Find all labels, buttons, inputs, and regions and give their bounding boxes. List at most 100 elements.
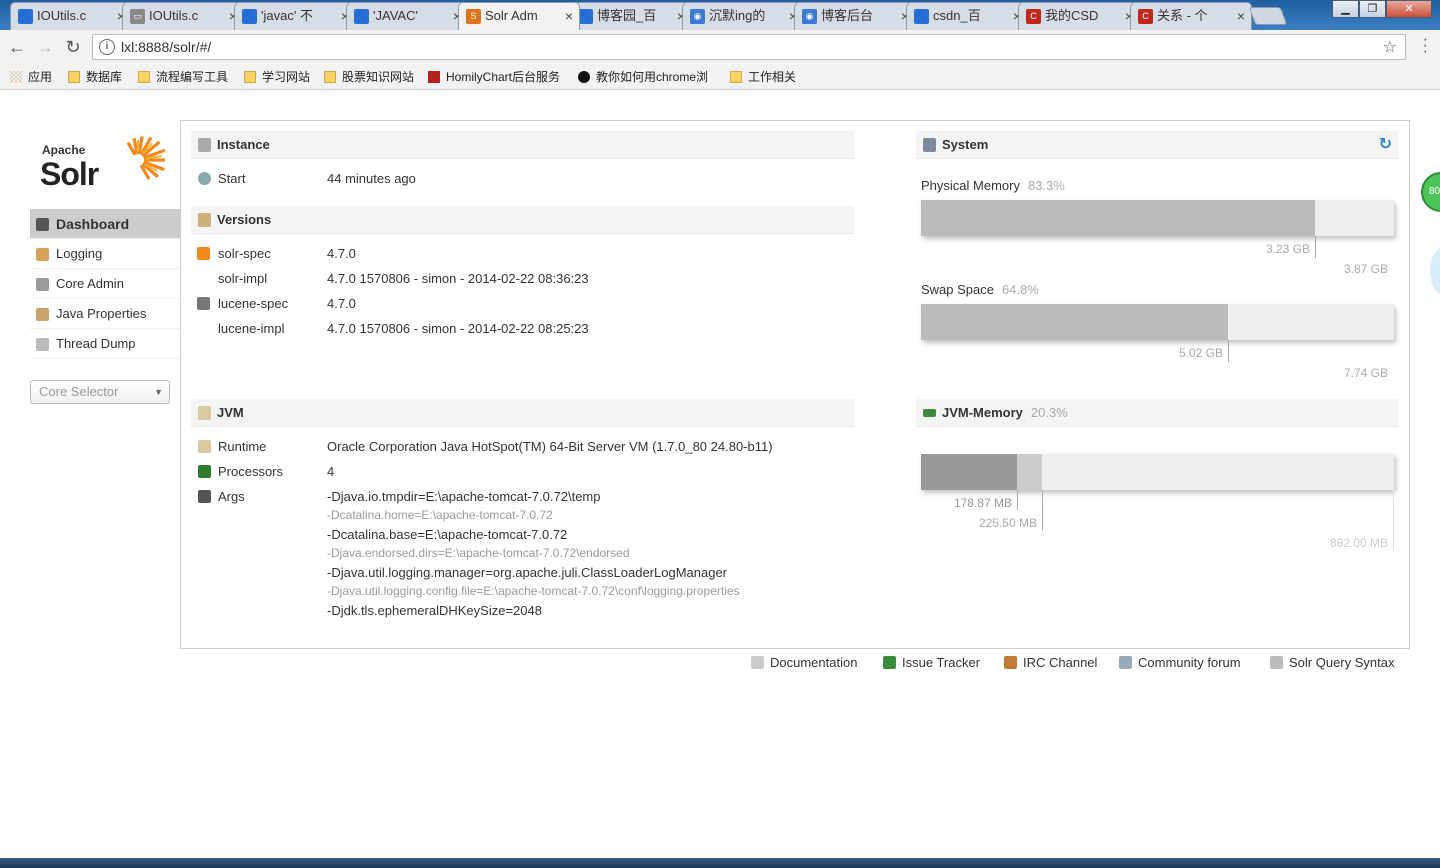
bookmark-item[interactable]: 教你如何用chrome浏: [578, 68, 708, 85]
browser-tab[interactable]: ◉ 博客后台 ×: [794, 2, 916, 30]
ram-stick-icon: [923, 409, 936, 417]
chevron-down-icon: ▼: [154, 387, 163, 397]
tab-close-icon[interactable]: ×: [565, 3, 573, 29]
start-label: Start: [218, 171, 246, 186]
edge-widget-badge[interactable]: 80: [1421, 172, 1440, 212]
documentation-link[interactable]: Documentation: [751, 655, 857, 670]
browser-tab[interactable]: ◉ 沉默ing的 ×: [682, 2, 804, 30]
version-label: lucene-impl: [218, 321, 285, 336]
logging-icon: [36, 248, 49, 261]
tab-favicon-icon: C: [1026, 9, 1041, 24]
physical-memory-tick: [1315, 236, 1316, 258]
sidebar-item-thread-dump[interactable]: Thread Dump: [30, 329, 180, 359]
bookmark-item[interactable]: 工作相关: [730, 68, 796, 85]
tab-title: 关系 - 个: [1157, 8, 1208, 23]
bookmark-item[interactable]: HomilyChart后台服务: [428, 68, 560, 85]
browser-tab[interactable]: 🐾 'JAVAC' ×: [346, 2, 468, 30]
bookmark-item[interactable]: 学习网站: [244, 68, 310, 85]
version-label: solr-impl: [218, 271, 268, 286]
bookmark-label: 工作相关: [748, 70, 797, 84]
solr-logo[interactable]: Apache Solr: [40, 128, 165, 192]
jvm-header: JVM: [191, 399, 854, 427]
browser-tab[interactable]: 🐾 IOUtils.c ×: [10, 2, 132, 30]
system-header: System ↻: [916, 131, 1398, 159]
tab-favicon-icon: ◉: [690, 9, 705, 24]
tab-favicon-icon: 🐾: [242, 9, 257, 24]
browser-menu-icon[interactable]: · · ·: [1423, 32, 1428, 60]
version-value: 4.7.0: [327, 296, 356, 311]
maximize-button[interactable]: ❐: [1359, 0, 1386, 18]
close-window-button[interactable]: ✕: [1386, 0, 1432, 18]
tab-title: csdn_百: [933, 8, 981, 23]
thread-dump-icon: [36, 338, 49, 351]
sidebar-item-label: Logging: [56, 246, 103, 261]
sidebar-item-logging[interactable]: Logging: [30, 239, 180, 269]
browser-tab[interactable]: C 关系 - 个 ×: [1130, 2, 1252, 30]
bookmark-item[interactable]: 应用: [10, 68, 52, 85]
site-info-icon[interactable]: i: [99, 39, 115, 55]
terminal-icon: [198, 490, 211, 503]
tab-title: 我的CSD: [1045, 8, 1099, 23]
bookmark-label: 教你如何用chrome浏: [596, 70, 709, 84]
versions-title: Versions: [217, 212, 272, 227]
footer-link-label: Community forum: [1138, 655, 1241, 670]
footer-link-label: Issue Tracker: [902, 655, 981, 670]
query-syntax-link[interactable]: Solr Query Syntax: [1270, 655, 1395, 670]
irc-channel-link[interactable]: IRC Channel: [1004, 655, 1097, 670]
jvm-arg: -Djava.util.logging.config.file=E:\apach…: [327, 584, 740, 598]
swap-space-bar: [921, 304, 1394, 340]
physical-memory-used: 3.23 GB: [1265, 242, 1310, 256]
minimize-button[interactable]: ▁: [1332, 0, 1359, 18]
community-forum-link[interactable]: Community forum: [1119, 655, 1241, 670]
new-tab-button[interactable]: [1248, 7, 1288, 25]
system-title: System: [942, 137, 989, 152]
forward-arrow-icon[interactable]: →: [34, 36, 56, 58]
jvm-memory-used: 178.87 MB: [953, 496, 1012, 510]
edge-widget-bubble[interactable]: [1430, 246, 1440, 296]
bookmark-item[interactable]: 数据库: [68, 68, 122, 85]
sidebar-item-dashboard[interactable]: Dashboard: [30, 209, 180, 239]
window-controls: ▁ ❐ ✕: [1332, 0, 1432, 18]
browser-tab[interactable]: 🐾 博客园_百 ×: [570, 2, 692, 30]
swap-space-percent: 64.8%: [1002, 282, 1039, 297]
swap-space-tick: [1228, 340, 1229, 362]
runtime-value: Oracle Corporation Java HotSpot(TM) 64-B…: [327, 439, 773, 454]
instance-title: Instance: [217, 137, 270, 152]
reload-icon[interactable]: ↻: [62, 36, 84, 58]
bookmark-label: 应用: [28, 70, 53, 84]
sidebar-item-java-properties[interactable]: Java Properties: [30, 299, 180, 329]
jvm-memory-header: JVM-Memory 20.3%: [916, 399, 1398, 427]
browser-tab[interactable]: ▭ IOUtils.c ×: [122, 2, 244, 30]
footer-link-label: Solr Query Syntax: [1289, 655, 1395, 670]
processors-value: 4: [327, 464, 335, 479]
browser-tab[interactable]: 🐾'javac' 不 ×: [234, 2, 356, 30]
sidebar-item-label: Thread Dump: [56, 336, 136, 351]
tab-favicon-icon: 🐾: [18, 9, 33, 24]
address-bar[interactable]: i lxl:8888/solr/#/ ☆: [92, 34, 1406, 60]
sidebar-nav: Dashboard Logging Core Admin Java Propertie…: [30, 209, 180, 359]
url-text[interactable]: lxl:8888/solr/#/: [121, 39, 211, 55]
bookmark-star-icon[interactable]: ☆: [1383, 37, 1397, 57]
bookmark-label: HomilyChart后台服务: [446, 70, 561, 84]
back-arrow-icon[interactable]: ←: [6, 36, 28, 58]
version-value: 4.7.0: [327, 246, 356, 261]
clock-icon: [198, 172, 211, 185]
issue-tracker-link[interactable]: Issue Tracker: [883, 655, 980, 670]
jvm-memory-max: 882.00 MB: [1329, 536, 1388, 550]
tab-close-icon[interactable]: ×: [1237, 3, 1245, 29]
query-syntax-icon: [1270, 656, 1283, 669]
dashboard-icon: [36, 218, 49, 231]
sidebar-item-label: Dashboard: [56, 216, 130, 232]
bookmark-item[interactable]: 流程编写工具: [138, 68, 228, 85]
browser-tab[interactable]: 🐾 csdn_百 ×: [906, 2, 1028, 30]
bookmark-label: 学习网站: [262, 70, 311, 84]
physical-memory-label: Physical Memory 83.3%: [921, 178, 1065, 193]
sidebar-item-core-admin[interactable]: Core Admin: [30, 269, 180, 299]
browser-tab[interactable]: C 我的CSD ×: [1018, 2, 1140, 30]
browser-tab[interactable]: S Solr Adm ×: [458, 2, 580, 30]
refresh-icon[interactable]: ↻: [1379, 131, 1392, 159]
core-selector[interactable]: Core Selector ▼: [30, 380, 170, 404]
tab-favicon-icon: ▭: [130, 9, 145, 24]
bookmark-item[interactable]: 股票知识网站: [324, 68, 414, 85]
tab-title: 'JAVAC': [373, 8, 418, 23]
